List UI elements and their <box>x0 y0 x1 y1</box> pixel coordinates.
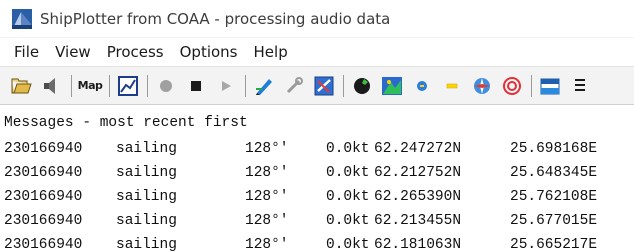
messages-panel[interactable]: Messages - most recent first 230166940 s… <box>0 112 634 252</box>
toolbar-separator <box>245 74 246 97</box>
vessel-latitude: 62.212752N <box>374 165 462 181</box>
vessel-longitude: 25.648345E <box>510 165 598 181</box>
menu-file[interactable]: File <box>8 41 45 63</box>
plus-icon[interactable] <box>410 74 434 98</box>
vessel-longitude: 25.665217E <box>510 237 598 252</box>
vessel-status: sailing <box>116 165 177 181</box>
vessel-longitude: 25.762108E <box>510 189 598 205</box>
menu-options[interactable]: Options <box>174 41 244 63</box>
vessel-speed: 0.0kt <box>326 189 370 205</box>
menu-process[interactable]: Process <box>101 41 170 63</box>
sound-icon[interactable] <box>40 74 64 98</box>
record-icon[interactable] <box>154 74 178 98</box>
stop-icon[interactable] <box>184 74 208 98</box>
list-icon[interactable] <box>568 74 592 98</box>
vessel-status: sailing <box>116 237 177 252</box>
vessel-speed: 0.0kt <box>326 141 370 157</box>
toolbar-separator <box>147 74 148 97</box>
vessel-id: 230166940 <box>4 189 83 205</box>
vessel-speed: 0.0kt <box>326 165 370 181</box>
vessel-speed: 0.0kt <box>326 213 370 229</box>
open-folder-icon[interactable] <box>10 74 34 98</box>
draw-icon[interactable] <box>252 74 276 98</box>
vessel-course: 128°' <box>245 165 289 181</box>
vessel-id: 230166940 <box>4 165 83 181</box>
vessel-status: sailing <box>116 189 177 205</box>
chart-icon[interactable] <box>116 74 140 98</box>
vessel-course: 128°' <box>245 189 289 205</box>
vessel-status: sailing <box>116 141 177 157</box>
vessel-id: 230166940 <box>4 213 83 229</box>
vessel-speed: 0.0kt <box>326 237 370 252</box>
vessel-latitude: 62.181063N <box>374 237 462 252</box>
vessel-status: sailing <box>116 213 177 229</box>
toolbar-separator <box>109 74 110 97</box>
vessel-longitude: 25.677015E <box>510 213 598 229</box>
vessel-id: 230166940 <box>4 237 83 252</box>
vessel-id: 230166940 <box>4 141 83 157</box>
message-row[interactable]: 230166940 sailing 128°' 0.0kt 62.247272N… <box>4 137 634 161</box>
vessel-course: 128°' <box>245 213 289 229</box>
message-row[interactable]: 230166940 sailing 128°' 0.0kt 62.213455N… <box>4 209 634 233</box>
message-row[interactable]: 230166940 sailing 128°' 0.0kt 62.212752N… <box>4 161 634 185</box>
messages-header: Messages - most recent first <box>4 115 248 131</box>
vessel-course: 128°' <box>245 237 289 252</box>
toolbar-separator <box>531 74 532 97</box>
menu-help[interactable]: Help <box>248 41 294 63</box>
window-title: ShipPlotter from COAA - processing audio… <box>40 9 391 28</box>
zoom-icon[interactable] <box>312 74 336 98</box>
menu-view[interactable]: View <box>49 41 97 63</box>
vessel-longitude: 25.698168E <box>510 141 598 157</box>
message-row[interactable]: 230166940 sailing 128°' 0.0kt 62.265390N… <box>4 185 634 209</box>
toolbar-separator <box>71 74 72 97</box>
ships-icon[interactable] <box>380 74 404 98</box>
toolbar: Map <box>0 66 634 105</box>
app-window: ShipPlotter from COAA - processing audio… <box>0 0 634 252</box>
vessel-latitude: 62.213455N <box>374 213 462 229</box>
menu-bar: File View Process Options Help <box>0 37 634 66</box>
vessel-course: 128°' <box>245 141 289 157</box>
globe-icon[interactable] <box>350 74 374 98</box>
message-row[interactable]: 230166940 sailing 128°' 0.0kt 62.181063N… <box>4 233 634 252</box>
tools-icon[interactable] <box>282 74 306 98</box>
compass-icon[interactable] <box>470 74 494 98</box>
vessel-latitude: 62.247272N <box>374 141 462 157</box>
title-bar[interactable]: ShipPlotter from COAA - processing audio… <box>0 0 634 37</box>
minus-icon[interactable] <box>440 74 464 98</box>
shipplotter-app-icon <box>12 8 32 29</box>
target-icon[interactable] <box>500 74 524 98</box>
map-button[interactable]: Map <box>78 74 103 98</box>
window-icon[interactable] <box>538 74 562 98</box>
toolbar-separator <box>343 74 344 97</box>
play-icon[interactable] <box>214 74 238 98</box>
messages-list: 230166940 sailing 128°' 0.0kt 62.247272N… <box>4 137 634 252</box>
vessel-latitude: 62.265390N <box>374 189 462 205</box>
